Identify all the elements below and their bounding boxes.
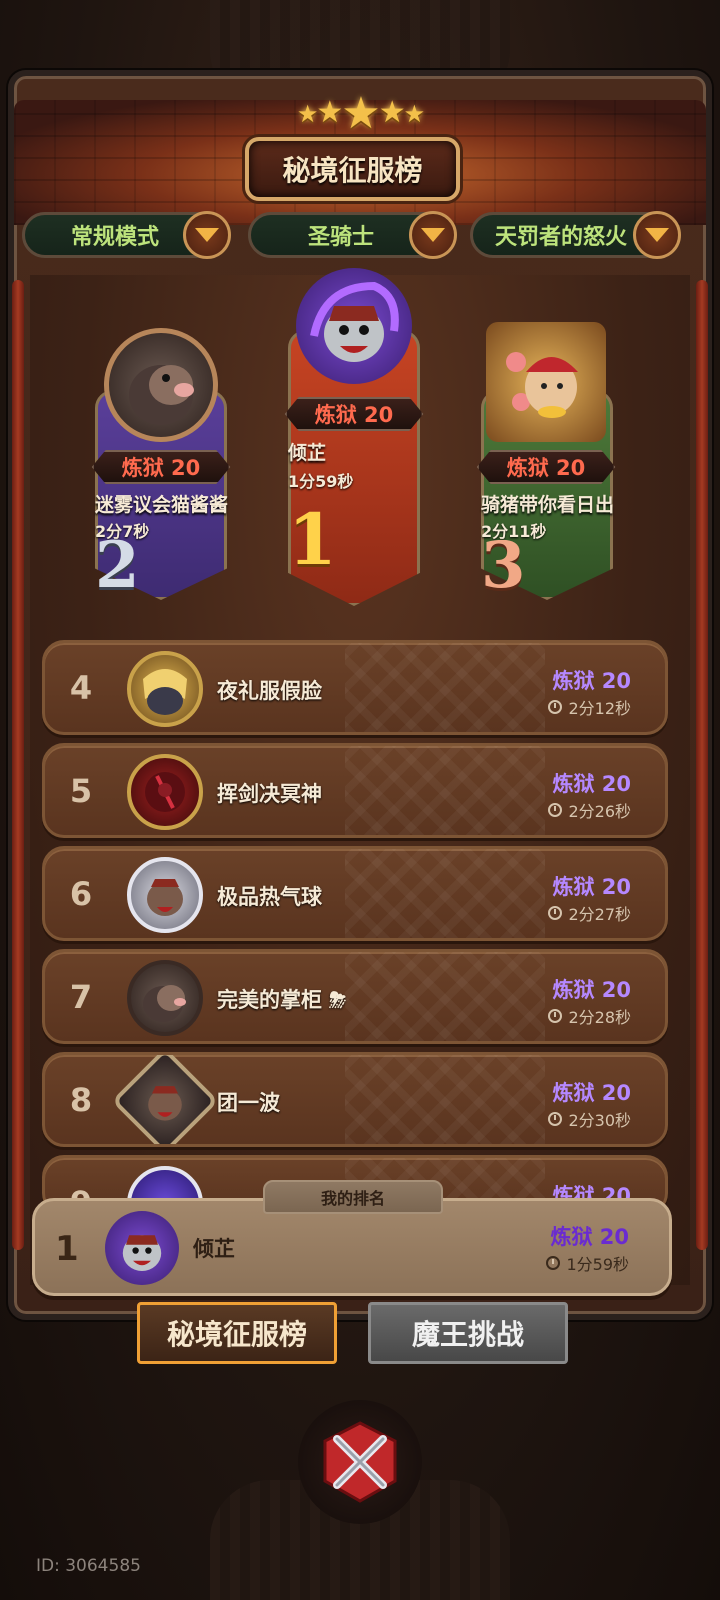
avatar bbox=[486, 322, 606, 442]
mode-filter[interactable]: 常规模式 bbox=[22, 211, 231, 259]
tab-demon-challenge[interactable]: 魔王挑战 bbox=[368, 1302, 568, 1364]
avatar bbox=[127, 960, 203, 1036]
my-rank-time: 1分59秒 bbox=[546, 1251, 629, 1275]
rating-stars: ★★★★★ bbox=[0, 88, 720, 139]
row-rank: 5 bbox=[69, 772, 93, 810]
table-row[interactable]: 4 夜礼服假脸 炼狱 20 2分12秒 bbox=[42, 640, 668, 735]
avatar bbox=[127, 651, 203, 727]
stage-filter[interactable]: 天罚者的怒火 bbox=[470, 211, 681, 259]
podium-rank-number: 3 bbox=[481, 528, 526, 603]
tab-conquest-ranking[interactable]: 秘境征服榜 bbox=[137, 1302, 337, 1364]
podium-rank-number: 1 bbox=[288, 498, 337, 581]
row-difficulty: 炼狱 20 bbox=[552, 1081, 631, 1105]
podium-difficulty: 炼狱 20 bbox=[92, 450, 231, 484]
page-title: 秘境征服榜 bbox=[245, 137, 460, 201]
star-icon: ★ bbox=[378, 95, 406, 130]
my-rank-number: 1 bbox=[55, 1229, 79, 1269]
my-rank-difficulty: 炼狱 20 bbox=[550, 1225, 629, 1249]
clock-icon bbox=[548, 700, 563, 714]
clock-icon bbox=[548, 803, 563, 817]
row-time: 2分26秒 bbox=[548, 798, 631, 822]
avatar bbox=[296, 268, 412, 384]
right-rail bbox=[696, 280, 708, 1250]
class-filter[interactable]: 圣骑士 bbox=[248, 211, 457, 259]
star-icon: ★ bbox=[403, 100, 425, 128]
row-difficulty: 炼狱 20 bbox=[552, 772, 631, 796]
podium-name: 骑猪带你看日出 bbox=[481, 494, 615, 516]
row-name: 极品热气球 bbox=[217, 885, 322, 909]
row-name: 夜礼服假脸 bbox=[217, 679, 322, 703]
table-row[interactable]: 8 团一波 炼狱 20 2分30秒 bbox=[42, 1052, 668, 1147]
row-difficulty: 炼狱 20 bbox=[552, 669, 631, 693]
clock-icon bbox=[546, 1256, 561, 1270]
dropdown-arrow-icon[interactable] bbox=[409, 211, 457, 259]
row-difficulty: 炼狱 20 bbox=[552, 978, 631, 1002]
row-rank: 6 bbox=[69, 875, 93, 913]
avatar bbox=[104, 328, 218, 442]
row-rank: 7 bbox=[69, 978, 93, 1016]
podium-difficulty: 炼狱 20 bbox=[477, 450, 616, 484]
avatar bbox=[111, 1055, 219, 1144]
star-icon: ★ bbox=[296, 100, 318, 128]
avatar bbox=[127, 754, 203, 830]
my-rank-label: 我的排名 bbox=[263, 1180, 443, 1214]
clock-icon bbox=[548, 1009, 563, 1023]
podium-name: 迷雾议会猫酱酱 bbox=[95, 494, 229, 516]
podium-name: 倾芷 bbox=[288, 442, 327, 464]
podium-rank-number: 2 bbox=[95, 528, 140, 603]
clock-icon bbox=[548, 1112, 563, 1126]
row-rank: 8 bbox=[69, 1081, 93, 1119]
podium-difficulty: 炼狱 20 bbox=[285, 397, 424, 431]
row-name: 挥剑决冥神 bbox=[217, 782, 322, 806]
row-rank: 4 bbox=[69, 669, 93, 707]
avatar bbox=[127, 857, 203, 933]
row-time: 2分30秒 bbox=[548, 1107, 631, 1131]
my-rank-name: 倾芷 bbox=[193, 1237, 235, 1261]
dropdown-arrow-icon[interactable] bbox=[183, 211, 231, 259]
crossed-swords-icon bbox=[323, 1421, 397, 1503]
storm-emoji-icon: ⛈ bbox=[322, 988, 347, 1012]
row-difficulty: 炼狱 20 bbox=[552, 875, 631, 899]
star-icon: ★ bbox=[341, 88, 380, 139]
table-row[interactable]: 6 极品热气球 炼狱 20 2分27秒 bbox=[42, 846, 668, 941]
filter-bar: 常规模式 圣骑士 天罚者的怒火 bbox=[22, 211, 698, 262]
row-name: 完美的掌柜 ⛈ bbox=[217, 988, 347, 1012]
dropdown-arrow-icon[interactable] bbox=[633, 211, 681, 259]
row-time: 2分27秒 bbox=[548, 901, 631, 925]
battle-button[interactable] bbox=[298, 1400, 422, 1524]
table-row[interactable]: 5 挥剑决冥神 炼狱 20 2分26秒 bbox=[42, 743, 668, 838]
table-row[interactable]: 7 完美的掌柜 ⛈ 炼狱 20 2分28秒 bbox=[42, 949, 668, 1044]
row-time: 2分12秒 bbox=[548, 695, 631, 719]
clock-icon bbox=[548, 906, 563, 920]
left-rail bbox=[12, 280, 24, 1250]
row-name: 团一波 bbox=[217, 1091, 280, 1115]
avatar bbox=[105, 1211, 179, 1285]
star-icon: ★ bbox=[316, 95, 343, 130]
row-time: 2分28秒 bbox=[548, 1004, 631, 1028]
player-id: ID: 3064585 bbox=[36, 1556, 141, 1576]
podium-time: 1分59秒 bbox=[288, 472, 354, 491]
